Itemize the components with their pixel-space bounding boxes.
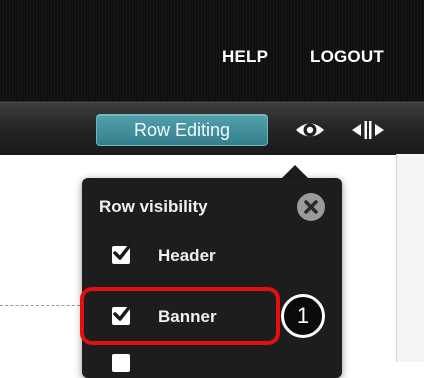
step-number-badge: 1 [281,294,325,338]
popup-pointer [281,165,309,179]
eye-icon[interactable] [290,116,330,144]
row-editing-button[interactable]: Row Editing [96,114,268,146]
row-divider-line [0,305,80,306]
checkbox-partial[interactable] [112,354,130,372]
checkbox-header[interactable] [112,242,133,264]
logout-link[interactable]: LOGOUT [310,47,384,67]
resize-horizontal-icon[interactable] [348,116,388,144]
highlight-box [80,287,280,345]
content-scroll-strip [396,154,424,362]
help-link[interactable]: HELP [222,47,268,67]
close-icon[interactable] [297,193,325,221]
popup-title: Row visibility [99,197,208,216]
row-item-label: Header [158,246,216,265]
